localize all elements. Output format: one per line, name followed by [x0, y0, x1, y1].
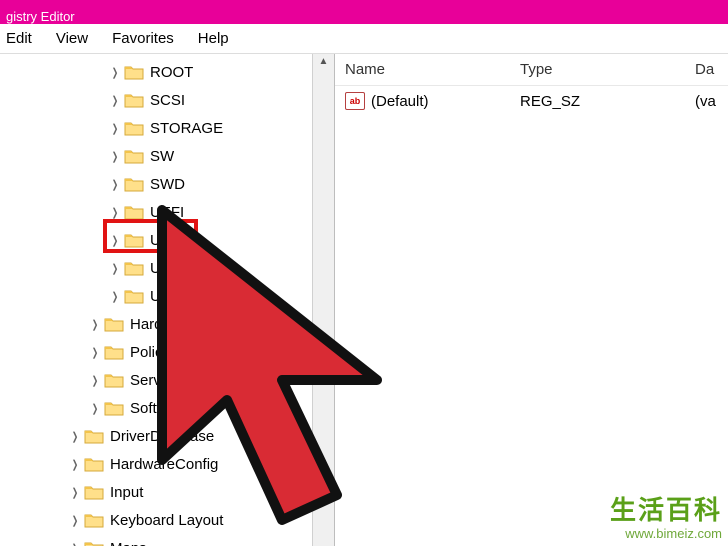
tree-item-label: Input — [110, 484, 143, 501]
expander-icon[interactable]: ❯ — [90, 345, 100, 359]
tree-item-label: Maps — [110, 540, 147, 546]
folder-icon — [124, 92, 144, 108]
value-name: (Default) — [371, 93, 429, 110]
tree-item-label: UEFI — [150, 204, 184, 221]
titlebar[interactable]: gistry Editor — [0, 0, 728, 24]
expander-icon[interactable]: ❯ — [110, 233, 120, 247]
value-data: (va — [685, 93, 728, 110]
tree-pane: ❯ ROOT ❯ SCSI ❯ STORAGE ❯ SW ❯ SWD ❯ UEFI ❯ USB ❯ USBPR… — [0, 54, 335, 546]
folder-icon — [124, 176, 144, 192]
value-row[interactable]: ab (Default) REG_SZ(va — [335, 86, 728, 116]
tree-item[interactable]: ❯ USBPR — [0, 254, 334, 282]
folder-icon — [84, 428, 104, 444]
expander-icon[interactable]: ❯ — [110, 177, 120, 191]
tree-item[interactable]: ❯ HardwareConfig — [0, 450, 334, 478]
registry-tree[interactable]: ❯ ROOT ❯ SCSI ❯ STORAGE ❯ SW ❯ SWD ❯ UEFI ❯ USB ❯ USBPR… — [0, 54, 334, 546]
folder-icon — [124, 232, 144, 248]
column-name[interactable]: Name — [335, 61, 510, 78]
tree-item[interactable]: ❯ Input — [0, 478, 334, 506]
tree-item-label: Keyboard Layout — [110, 512, 223, 529]
watermark: 生活百科 www.bimeiz.com — [610, 495, 722, 542]
tree-item[interactable]: ❯ Policies — [0, 338, 334, 366]
tree-item[interactable]: ❯ DriverDatabase — [0, 422, 334, 450]
folder-icon — [124, 120, 144, 136]
vertical-scrollbar[interactable] — [312, 54, 334, 546]
tree-item[interactable]: ❯ STORAGE — [0, 114, 334, 142]
folder-icon — [124, 260, 144, 276]
tree-item-label: SCSI — [150, 92, 185, 109]
tree-item[interactable]: ❯ ROOT — [0, 58, 334, 86]
folder-icon — [84, 540, 104, 546]
expander-icon[interactable]: ❯ — [110, 65, 120, 79]
folder-icon — [124, 148, 144, 164]
folder-icon — [84, 456, 104, 472]
tree-item-label: USBSTO — [150, 288, 211, 305]
folder-icon — [124, 204, 144, 220]
tree-item[interactable]: ❯ SW — [0, 142, 334, 170]
tree-item[interactable]: ❯ SWD — [0, 170, 334, 198]
expander-icon[interactable]: ❯ — [110, 93, 120, 107]
tree-item-label: HardwareConfig — [110, 456, 218, 473]
folder-icon — [104, 316, 124, 332]
list-header: Name Type Da — [335, 54, 728, 86]
tree-item-label: Policies — [130, 344, 182, 361]
tree-item-label: Hardware Pro — [130, 316, 223, 333]
expander-icon[interactable]: ❯ — [70, 485, 80, 499]
tree-item-label: USB — [150, 232, 181, 249]
tree-item-label: SWD — [150, 176, 185, 193]
expander-icon[interactable]: ❯ — [70, 457, 80, 471]
tree-item-label: USBPR — [150, 260, 202, 277]
folder-icon — [84, 484, 104, 500]
tree-item-label: Software — [130, 400, 189, 417]
expander-icon[interactable]: ❯ — [110, 205, 120, 219]
expander-icon[interactable]: ❯ — [90, 401, 100, 415]
tree-item[interactable]: ❯ USB — [0, 226, 334, 254]
tree-item-label: STORAGE — [150, 120, 223, 137]
folder-icon — [124, 64, 144, 80]
expander-icon[interactable]: ❯ — [110, 149, 120, 163]
folder-icon — [124, 288, 144, 304]
tree-item[interactable]: ❯ SCSI — [0, 86, 334, 114]
expander-icon[interactable]: ❯ — [110, 121, 120, 135]
string-value-icon: ab — [345, 92, 365, 110]
tree-item[interactable]: ❯ Hardware Pro — [0, 310, 334, 338]
folder-icon — [104, 344, 124, 360]
watermark-cn: 生活百科 — [610, 495, 722, 526]
watermark-url: www.bimeiz.com — [610, 526, 722, 542]
tree-item[interactable]: ❯ Maps — [0, 534, 334, 546]
values-pane: Name Type Da ab (Default) REG_SZ(va — [335, 54, 728, 546]
folder-icon — [84, 512, 104, 528]
tree-item-label: Services — [130, 372, 188, 389]
menu-favorites[interactable]: Favorites — [112, 30, 174, 47]
tree-item[interactable]: ❯ Software — [0, 394, 334, 422]
expander-icon[interactable]: ❯ — [110, 261, 120, 275]
expander-icon[interactable]: ❯ — [90, 373, 100, 387]
tree-item[interactable]: ❯ Services — [0, 366, 334, 394]
menu-view[interactable]: View — [56, 30, 88, 47]
column-type[interactable]: Type — [510, 61, 685, 78]
menubar: Edit View Favorites Help — [0, 24, 728, 54]
folder-icon — [104, 372, 124, 388]
folder-icon — [104, 400, 124, 416]
expander-icon[interactable]: ❯ — [90, 317, 100, 331]
expander-icon[interactable]: ❯ — [110, 289, 120, 303]
expander-icon[interactable]: ❯ — [70, 541, 80, 546]
menu-edit[interactable]: Edit — [6, 30, 32, 47]
tree-item-label: SW — [150, 148, 174, 165]
menu-help[interactable]: Help — [198, 30, 229, 47]
window-title: gistry Editor — [6, 9, 75, 24]
expander-icon[interactable]: ❯ — [70, 513, 80, 527]
tree-item-label: DriverDatabase — [110, 428, 214, 445]
tree-item[interactable]: ❯ UEFI — [0, 198, 334, 226]
tree-item[interactable]: ❯ Keyboard Layout — [0, 506, 334, 534]
value-type: REG_SZ — [510, 93, 685, 110]
tree-item[interactable]: ❯ USBSTO — [0, 282, 334, 310]
expander-icon[interactable]: ❯ — [70, 429, 80, 443]
tree-item-label: ROOT — [150, 64, 193, 81]
column-data[interactable]: Da — [685, 61, 728, 78]
